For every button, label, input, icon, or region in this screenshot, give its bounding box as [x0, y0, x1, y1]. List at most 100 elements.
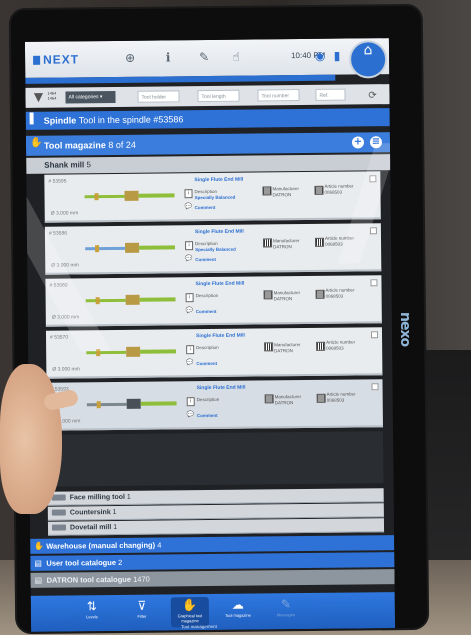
category-select-value: All categories — [68, 94, 99, 101]
magazine-count: 8 of 24 — [108, 139, 136, 151]
levels-icon: ⇅ — [86, 599, 97, 614]
nav-messages[interactable]: ✎ Messages — [267, 596, 305, 626]
article-number-value: 0068503 — [324, 189, 343, 195]
bottom-nav: ⇅ Levels ⊽ Filter ✋ Graphical tool magaz… — [30, 592, 396, 632]
article-number-label: Article number — [326, 391, 356, 397]
barcode-icon — [264, 394, 274, 404]
tool-length-field[interactable]: Tool length — [197, 89, 240, 103]
tool-checkbox[interactable] — [370, 331, 379, 339]
user-catalogue-section[interactable]: ▤ User tool catalogue 2 — [30, 552, 395, 571]
manufacturer-value: DATRON — [273, 296, 293, 302]
warehouse-section[interactable]: ✋ Warehouse (manual changing) 4 — [30, 535, 395, 554]
user-hand — [0, 364, 62, 514]
end-mill-image — [85, 242, 176, 253]
barcode-icon — [263, 290, 273, 300]
tool-checkbox[interactable] — [369, 175, 377, 183]
tool-card[interactable]: # 53586 Single Flute End Mill i Description… — [44, 223, 382, 275]
tool-diameter: Ø 3.000 mm — [51, 262, 79, 269]
nav-filter[interactable]: ⊽ Filter — [123, 598, 161, 628]
app-logo: NEXT — [33, 50, 79, 68]
help-icon[interactable]: ◉ — [313, 49, 327, 63]
tool-magazine-section[interactable]: ✋ Tool magazine 8 of 24 + ≡ — [25, 132, 391, 156]
magazine-title: Tool magazine — [43, 140, 106, 151]
manufacturer-value: DATRON — [272, 192, 292, 198]
article-number-label: Article number — [324, 235, 355, 241]
manufacturer-label: Manufacturer — [274, 394, 302, 400]
category-select[interactable]: All categories ▾ — [65, 90, 116, 104]
nav-graphical-magazine[interactable]: ✋ Graphical tool magazine — [170, 597, 210, 628]
graphical-magazine-icon: ✋ — [182, 598, 198, 613]
tool-number-field[interactable]: Tool number — [257, 89, 300, 102]
article-number-value: 0068503 — [326, 345, 344, 351]
manufacturer-value: DATRON — [274, 348, 293, 354]
tool-position: # 53570 — [49, 334, 69, 341]
tool-diameter: Ø 3.000 mm — [52, 366, 80, 373]
shank-mill-count: 5 — [86, 160, 91, 170]
description-label: Description — [195, 240, 218, 247]
datron-catalogue-section[interactable]: ▤ DATRON tool catalogue 1470 — [30, 569, 395, 588]
filter-icon[interactable]: ▼ — [31, 90, 45, 104]
info-icon: i — [186, 345, 195, 355]
barcode-icon — [262, 186, 272, 196]
tool-checkbox[interactable] — [369, 227, 377, 235]
group-count: 1 — [113, 523, 118, 532]
add-button[interactable]: + — [351, 136, 365, 149]
barcode-icon — [262, 238, 273, 248]
catalog-title: Warehouse (manual changing) — [46, 540, 156, 551]
menu-button[interactable]: ≡ — [369, 136, 383, 149]
comment-icon: 💬 — [186, 359, 194, 367]
warehouse-icon: ✋ — [34, 541, 45, 551]
ref-field[interactable]: Ref. — [315, 88, 346, 101]
tool-card[interactable]: # 53595 Single Flute End Mill i Description… — [44, 171, 381, 223]
comment-label: Comment — [195, 256, 217, 263]
tool-name: Single Flute End Mill — [196, 384, 246, 392]
crosshair-icon[interactable]: ⊕ — [123, 51, 137, 65]
catalog-count: 4 — [157, 540, 162, 550]
description-label: Description — [195, 292, 219, 299]
manufacturer-label: Manufacturer — [273, 290, 301, 296]
manufacturer-value: DATRON — [273, 244, 292, 250]
tool-card[interactable]: # 53560 Single Flute End Mill i Description… — [45, 275, 382, 327]
face-mill-icon — [51, 494, 66, 501]
article-number-label: Article number — [324, 183, 354, 189]
reset-filter-icon[interactable]: ⟳ — [365, 89, 379, 103]
article-number-label: Article number — [326, 339, 356, 345]
comment-icon: 💬 — [184, 203, 193, 211]
nav-levels[interactable]: ⇅ Levels — [73, 598, 111, 628]
countersink-icon — [51, 509, 66, 516]
description-value: Specially Balanced — [194, 194, 236, 201]
tool-checkbox[interactable] — [371, 383, 379, 391]
tool-holder-field[interactable]: Tool holder — [137, 90, 180, 103]
description-value: Specially Balanced — [195, 246, 236, 253]
group-dovetail[interactable]: Dovetail mill 1 — [47, 518, 385, 536]
group-count: 1 — [126, 493, 131, 501]
edit-icon[interactable]: ✎ — [197, 50, 211, 64]
tool-card[interactable]: # 53570 Single Flute End Mill i Description… — [45, 327, 383, 379]
tool-card[interactable]: # 53593 Single Flute End Mill i Description… — [46, 379, 383, 431]
article-number-value: 0068503 — [325, 293, 344, 299]
tool-name: Single Flute End Mill — [194, 228, 244, 236]
nav-label: Graphical tool magazine — [177, 613, 203, 624]
machine-button[interactable]: ⌂ — [348, 40, 388, 79]
qr-code-icon — [314, 185, 324, 195]
article-number-value: 0068503 — [326, 397, 345, 403]
catalog-count: 2 — [118, 557, 123, 567]
spindle-section[interactable]: ▌ Spindle Tool in the spindle #53586 — [25, 108, 390, 130]
lock-icon[interactable]: ▮ — [330, 49, 344, 63]
touch-icon[interactable]: ☝ — [229, 50, 243, 64]
nav-tool-magazine[interactable]: ☁ Tool magazine — [219, 597, 257, 627]
qr-code-icon — [316, 393, 326, 403]
comment-icon: 💬 — [186, 411, 195, 419]
manufacturer-label: Manufacturer — [274, 342, 301, 348]
spindle-subtitle: Tool in the spindle #53586 — [78, 114, 184, 126]
tool-diameter: Ø 3.000 mm — [51, 314, 80, 321]
catalog-title: DATRON tool catalogue — [46, 574, 132, 585]
tool-checkbox[interactable] — [370, 279, 378, 287]
tool-name: Single Flute End Mill — [195, 332, 245, 340]
tool-name: Single Flute End Mill — [194, 176, 244, 184]
manufacturer-label: Manufacturer — [272, 238, 300, 244]
info-icon[interactable]: ℹ — [161, 50, 175, 64]
messages-icon: ✎ — [280, 597, 291, 612]
end-mill-image — [86, 346, 177, 357]
datron-catalogue-icon: ▤ — [34, 575, 43, 585]
